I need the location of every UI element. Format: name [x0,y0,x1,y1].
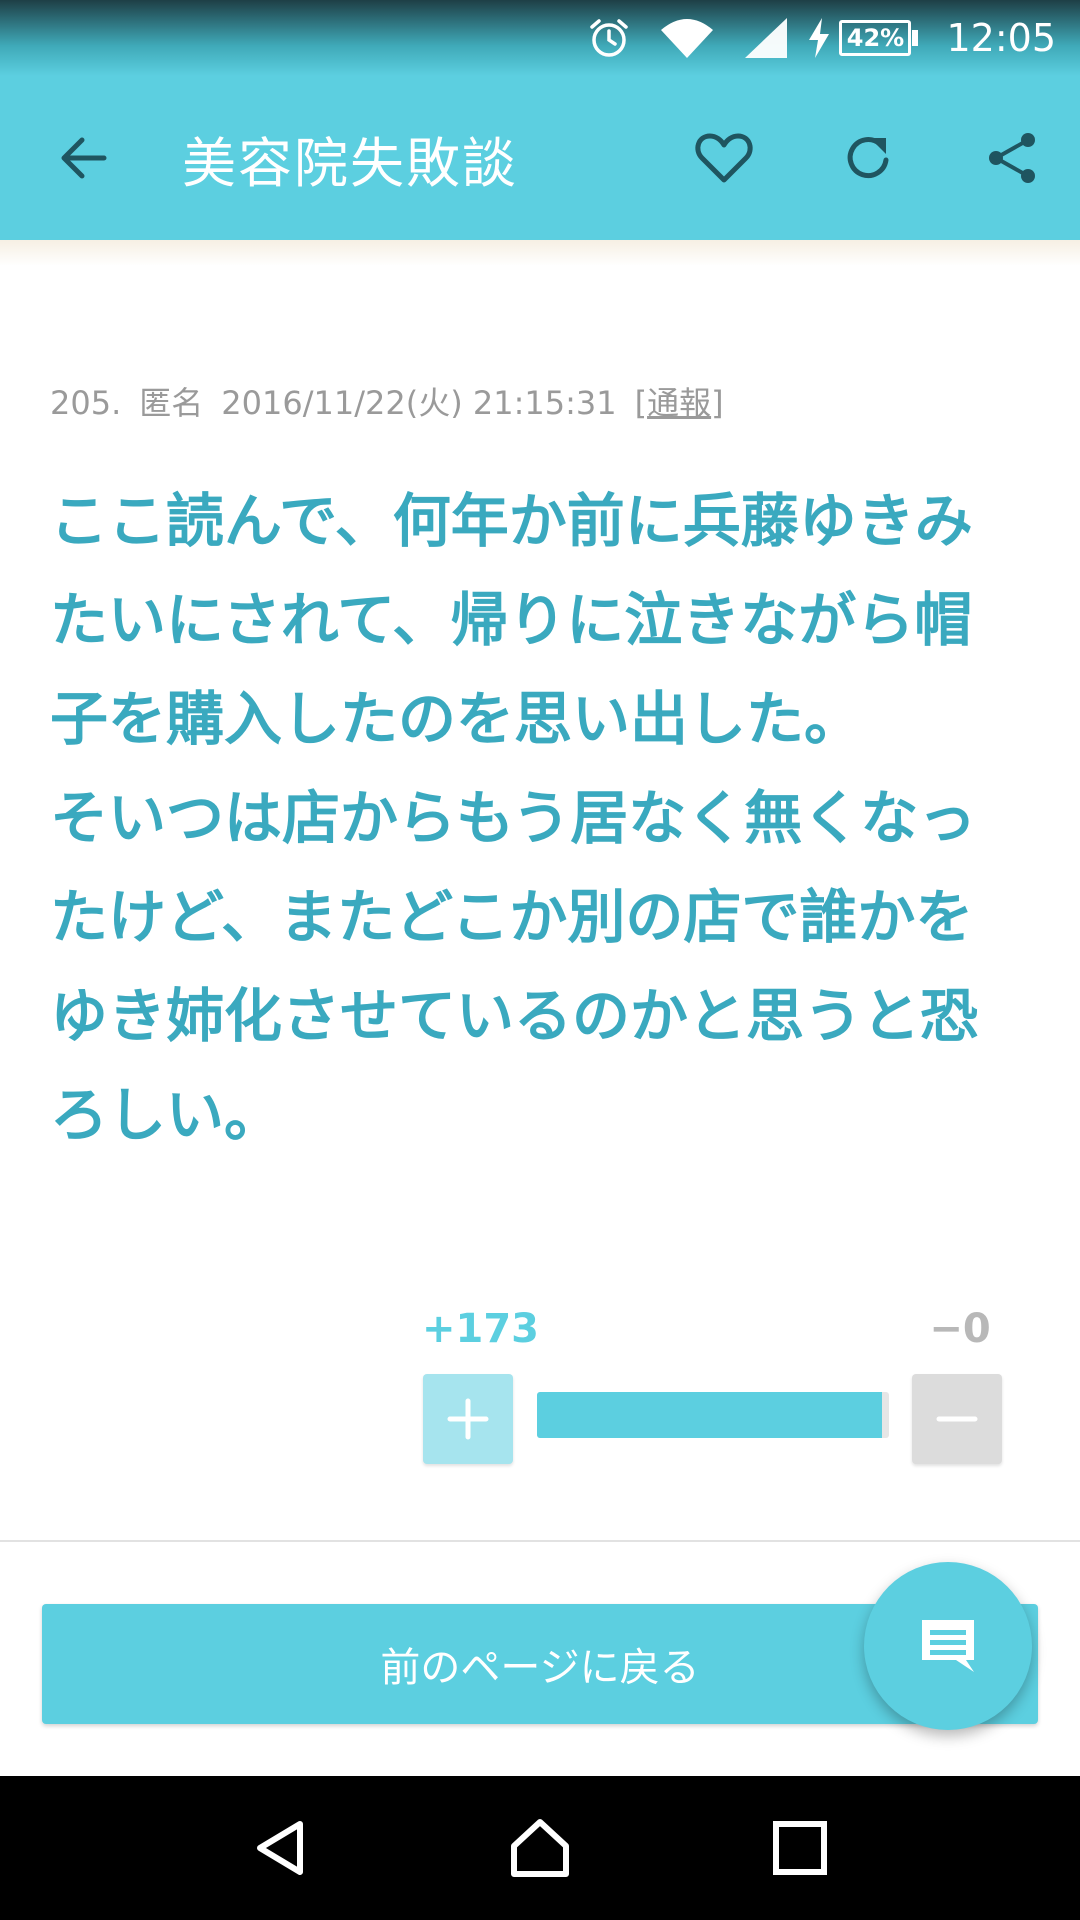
charging-icon [807,18,831,58]
comment-icon [922,1620,974,1672]
nav-recents-button[interactable] [745,1793,855,1903]
comment-fab[interactable] [864,1562,1032,1730]
share-icon [989,133,1035,183]
post-number: 205. [50,384,122,422]
divider [0,1540,1080,1542]
share-button[interactable] [962,108,1062,208]
back-arrow-icon [61,137,107,179]
nav-back-icon [257,1821,303,1875]
battery-percent: 42% [839,20,912,56]
refresh-button[interactable] [818,108,918,208]
nav-home-icon [511,1819,569,1877]
report-bracket-open: [ [634,384,648,422]
plus-icon [447,1398,489,1440]
battery-icon: 42% [839,20,919,56]
vote-plus-count: +173 [422,1306,540,1352]
report-link[interactable]: 通報 [647,384,711,422]
nav-home-button[interactable] [485,1793,595,1903]
post-author: 匿名 [139,384,204,422]
favorite-button[interactable] [674,108,774,208]
post-body: ここ読んで、何年か前に兵藤ゆきみたいにされて、帰りに泣きながら帽子を購入したのを… [50,487,979,1149]
nav-recents-icon [773,1821,827,1875]
app-bar-shadow [0,240,1080,266]
clock: 12:05 [946,16,1056,60]
vote-minus-count: −0 [929,1306,991,1352]
nav-back-button[interactable] [225,1793,335,1903]
signal-icon [743,16,789,60]
status-bar: 42% 12:05 [0,0,1080,76]
alarm-icon [587,16,631,60]
post-datetime: 2016/11/22(火) 21:15:31 [221,384,617,422]
post-meta: 205. 匿名 2016/11/22(火) 21:15:31 [通報] [50,378,724,424]
refresh-icon [847,137,889,179]
vote-minus-button[interactable] [912,1374,1002,1464]
wifi-icon [659,16,715,60]
back-button[interactable] [40,114,128,202]
app-bar: 美容院失敗談 [0,76,1080,240]
vote-ratio-fill [537,1392,882,1438]
report-bracket-close: ] [711,384,724,422]
vote-plus-button[interactable] [423,1374,513,1464]
system-nav-bar [0,1776,1080,1920]
minus-icon [936,1416,978,1422]
page-title: 美容院失敗談 [182,131,518,195]
heart-icon [695,133,753,183]
vote-ratio-bar [537,1392,889,1438]
